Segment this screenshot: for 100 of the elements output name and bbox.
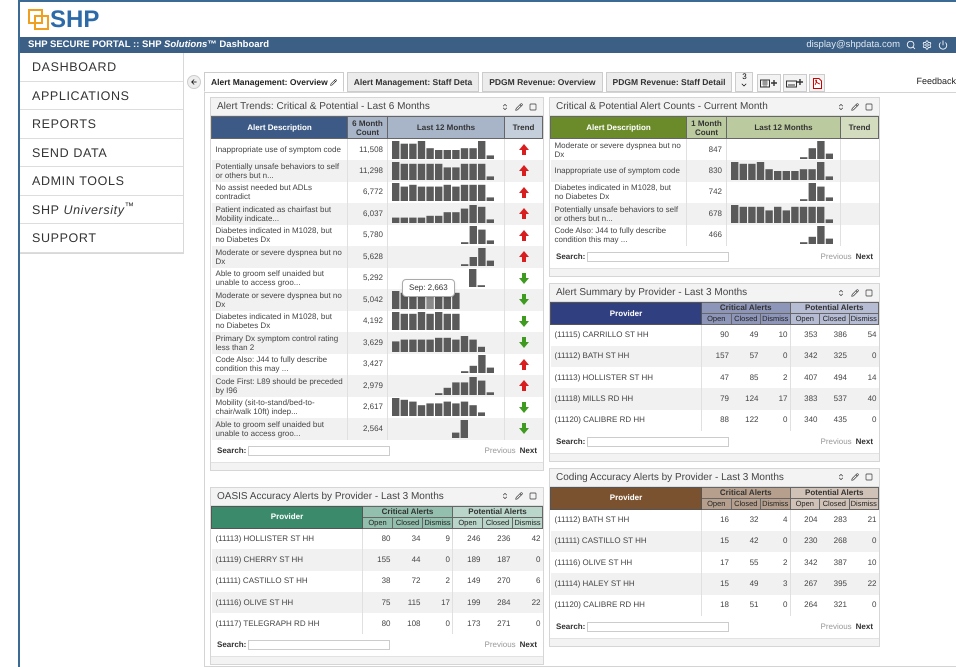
table-cell: 108: [392, 613, 422, 634]
tooltip: Sep: 2,663: [402, 279, 455, 297]
maximize-icon[interactable]: [865, 102, 873, 110]
table-cell: 80: [362, 528, 392, 550]
search-label: Search:: [217, 639, 246, 652]
table-cell: 57: [731, 346, 760, 368]
column-group-header: Potential Alerts: [790, 487, 878, 498]
pagination-link[interactable]: Next: [856, 436, 873, 448]
edit-icon[interactable]: [515, 102, 523, 110]
sparkline: [800, 183, 833, 202]
nav-item[interactable]: SHP University$^{™}$: [20, 196, 183, 224]
panel-title: Alert Summary by Provider - Last 3 Months: [556, 286, 748, 300]
pagination-link[interactable]: Next: [856, 251, 873, 263]
table-cell: 270: [482, 570, 512, 592]
add-widget-button[interactable]: [757, 74, 782, 92]
search-icon[interactable]: [906, 40, 916, 50]
table-cell: 246: [452, 528, 482, 550]
edit-icon[interactable]: [851, 102, 859, 110]
move-icon[interactable]: [501, 102, 509, 110]
feedback-link[interactable]: Feedback: [916, 74, 956, 88]
tab[interactable]: Alert Management: Overview: [204, 72, 344, 92]
settings-icon[interactable]: [922, 40, 932, 50]
panel-title: Critical & Potential Alert Counts - Current Month: [556, 100, 768, 114]
search-field[interactable]: [248, 640, 390, 650]
table-cell: 353: [790, 324, 820, 346]
tab[interactable]: Alert Management: Staff Deta: [346, 72, 480, 92]
edit-icon[interactable]: [851, 288, 859, 296]
maximize-icon[interactable]: [529, 102, 537, 110]
table-cell: 90: [702, 324, 731, 346]
pdf-button[interactable]: [809, 74, 826, 92]
table-cell: 271: [482, 613, 512, 634]
table-cell: 54: [849, 324, 878, 346]
pagination-link[interactable]: Next: [856, 620, 873, 633]
table-cell: 407: [790, 367, 820, 388]
table-cell: 44: [392, 549, 422, 571]
column-header: Trend: [840, 116, 878, 138]
sparkline: [452, 420, 468, 438]
table-cell: 537: [820, 388, 849, 410]
sparkline: [800, 140, 833, 158]
table-cell: 387: [820, 552, 849, 574]
power-icon[interactable]: [938, 40, 948, 50]
table-cell: 15: [702, 573, 731, 595]
edit-icon[interactable]: [330, 78, 337, 86]
column-header: Alert Description: [550, 116, 686, 138]
tab[interactable]: PDGM Revenue: Staff Detail: [606, 72, 732, 92]
table-cell: 342: [790, 552, 820, 574]
table-cell: 0: [849, 346, 878, 368]
column-header: Provider: [212, 506, 362, 528]
pdf-icon: [812, 78, 822, 88]
table-cell: 85: [731, 367, 760, 388]
table-cell: 42: [512, 528, 542, 550]
tab-overflow-button[interactable]: 3: [735, 72, 754, 92]
logo-icon: [28, 8, 50, 30]
table-cell: 42: [731, 530, 760, 552]
table-cell: 6: [512, 570, 542, 592]
table-cell: 267: [790, 573, 820, 595]
table-cell: 38: [362, 570, 392, 592]
user-email[interactable]: display@shpdata.com: [806, 38, 900, 52]
table-cell: 18: [702, 594, 731, 616]
column-group-header: Potential Alerts: [452, 506, 542, 517]
search-field[interactable]: [587, 252, 730, 262]
sparkline: [392, 312, 460, 330]
nav-item[interactable]: SEND DATA: [20, 138, 183, 167]
tab[interactable]: PDGM Revenue: Overview: [482, 72, 603, 92]
table-cell: 22: [512, 592, 542, 614]
column-header: Trend: [504, 116, 542, 138]
table-cell: 236: [482, 528, 512, 550]
maximize-icon[interactable]: [529, 492, 537, 500]
pagination-link[interactable]: Next: [520, 444, 537, 456]
table-cell: 34: [392, 528, 422, 550]
table-cell: 80: [362, 613, 392, 634]
edit-icon[interactable]: [515, 492, 523, 500]
add-tab-button[interactable]: [783, 74, 808, 92]
nav-item[interactable]: APPLICATIONS: [20, 82, 183, 110]
pagination-link[interactable]: Next: [520, 639, 537, 652]
move-icon[interactable]: [837, 473, 845, 482]
move-icon[interactable]: [501, 492, 509, 500]
table-cell: 15: [702, 530, 731, 552]
column-group-header: Critical Alerts: [702, 487, 790, 498]
table-cell: 230: [790, 530, 820, 552]
search-label: Search:: [556, 620, 586, 633]
maximize-icon[interactable]: [865, 288, 873, 296]
collapse-button[interactable]: [187, 75, 201, 89]
table-cell: 199: [452, 592, 482, 614]
panel-title: Alert Trends: Critical & Potential - Last 6 Months: [217, 100, 430, 114]
move-icon[interactable]: [837, 102, 845, 110]
logo-text: SHP: [50, 8, 100, 32]
edit-icon[interactable]: [851, 473, 859, 482]
search-field[interactable]: [587, 436, 730, 447]
column-header: Alert Description: [212, 116, 348, 138]
table-cell: 21: [849, 509, 878, 531]
table-cell: 79: [702, 388, 731, 410]
table-cell: 187: [482, 549, 512, 571]
table-cell: 383: [790, 388, 820, 410]
move-icon[interactable]: [837, 288, 845, 296]
sparkline: [460, 248, 494, 266]
search-field[interactable]: [587, 622, 730, 632]
maximize-icon[interactable]: [865, 473, 873, 482]
table-cell: 17: [702, 552, 731, 574]
search-field[interactable]: [248, 446, 390, 456]
